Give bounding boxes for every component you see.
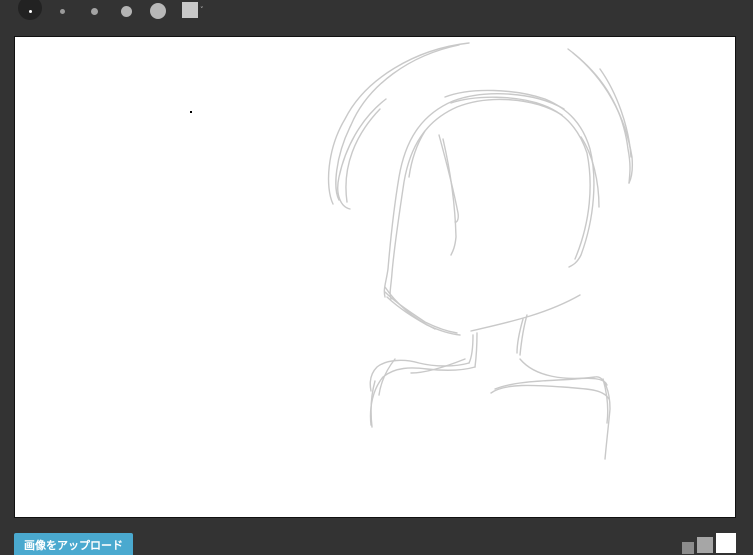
canvas-size-large-button[interactable] bbox=[716, 533, 736, 553]
upload-image-button[interactable]: 画像をアップロード bbox=[14, 533, 133, 555]
toolbar: ˅ bbox=[0, 0, 753, 24]
chevron-down-icon: ˅ bbox=[200, 6, 204, 14]
color-swatch bbox=[182, 2, 198, 18]
sketch-strokes bbox=[327, 42, 634, 460]
brush-dot-icon bbox=[28, 9, 32, 13]
color-picker-button[interactable]: ˅ bbox=[182, 2, 208, 20]
sketch-layer bbox=[190, 42, 634, 460]
brush-size-1-button[interactable] bbox=[16, 0, 44, 22]
canvas-size-small-button[interactable] bbox=[682, 542, 694, 554]
brush-size-3-button[interactable] bbox=[80, 0, 108, 22]
brush-size-2-button[interactable] bbox=[48, 0, 76, 22]
brush-dot-icon bbox=[150, 3, 166, 19]
canvas-size-medium-button[interactable] bbox=[697, 537, 713, 553]
brush-size-5-button[interactable] bbox=[144, 0, 172, 22]
brush-dot-icon bbox=[120, 5, 132, 17]
drawing-canvas[interactable] bbox=[14, 36, 736, 518]
brush-dot-icon bbox=[90, 7, 98, 15]
brush-size-4-button[interactable] bbox=[112, 0, 140, 22]
brush-dot-icon bbox=[59, 8, 65, 14]
ink-dot bbox=[190, 111, 192, 113]
